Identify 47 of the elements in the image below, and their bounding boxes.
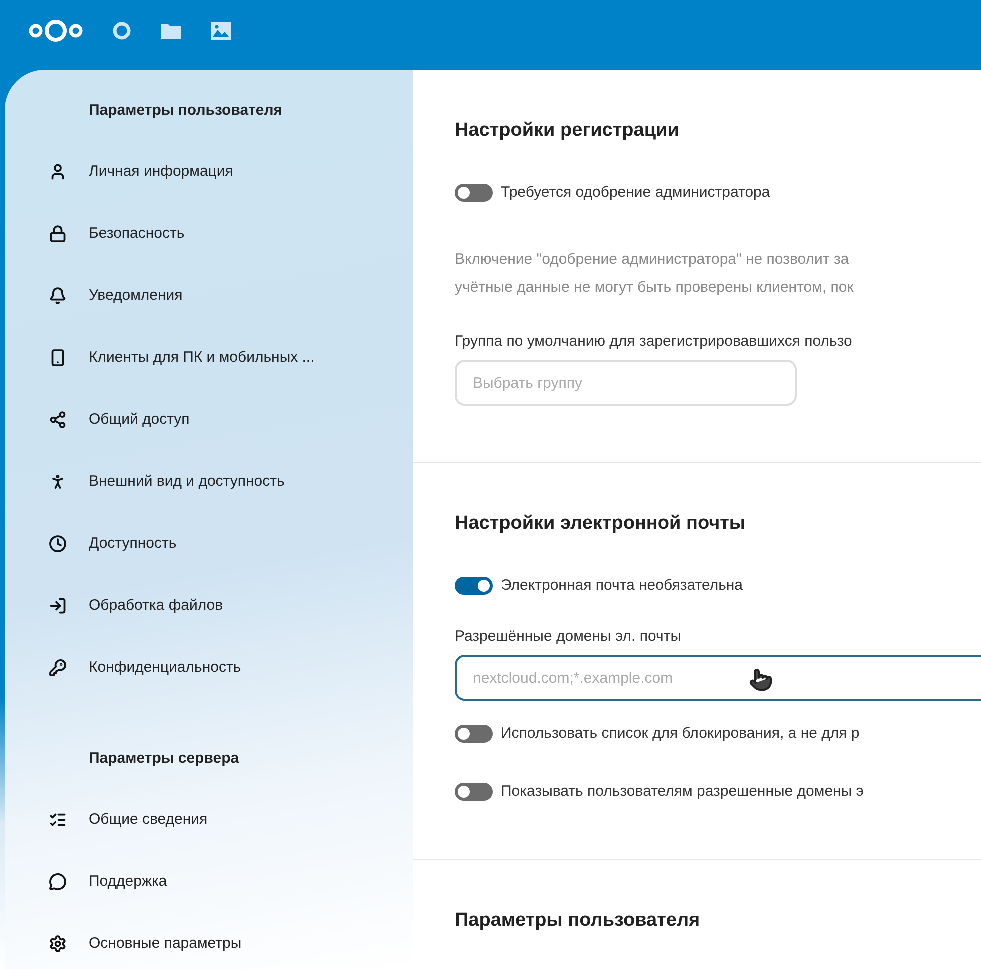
- lock-icon: [49, 225, 67, 243]
- clock-icon: [49, 535, 67, 553]
- sidebar-item[interactable]: Поддержка: [89, 870, 168, 894]
- description-text: Включение "одобрение администратора" не позволит за: [455, 250, 850, 270]
- section-title: Настройки электронной почты: [455, 512, 747, 536]
- image-icon[interactable]: [210, 21, 232, 41]
- sidebar-item[interactable]: Основные параметры: [89, 932, 242, 956]
- settings-icon: [49, 935, 67, 953]
- sidebar-item[interactable]: Обработка файлов: [89, 594, 224, 618]
- sidebar-item[interactable]: Личная информация: [89, 160, 234, 184]
- logo-icon[interactable]: [28, 18, 84, 44]
- sidebar-heading: Параметры сервера: [88, 748, 240, 769]
- toggle-label: Требуется одобрение администратора: [501, 182, 770, 203]
- section-title: Настройки регистрации: [455, 118, 680, 143]
- sidebar-item[interactable]: Клиенты для ПК и мобильных ...: [89, 346, 315, 370]
- list-icon: [49, 811, 67, 829]
- toggle-switch[interactable]: [455, 184, 493, 202]
- sidebar-heading: Параметры пользователя: [88, 100, 284, 121]
- toggle-switch[interactable]: [455, 783, 493, 801]
- sidebar-item[interactable]: Безопасность: [89, 222, 185, 246]
- field-label: Разрешённые домены эл. почты: [455, 627, 682, 647]
- hand-cursor-icon: [749, 668, 773, 692]
- sidebar-item[interactable]: Внешний вид и доступность: [89, 470, 285, 494]
- sidebar-item[interactable]: Конфиденциальность: [89, 656, 242, 680]
- user-icon: [49, 163, 67, 181]
- field-label: Группа по умолчанию для зарегистрировавшихся пользо: [455, 332, 854, 352]
- description-text: учётные данные не могут быть проверены клиентом, пок: [455, 278, 855, 298]
- sidebar-item[interactable]: Доступность: [89, 532, 177, 556]
- toggle-switch[interactable]: [455, 725, 493, 743]
- toggle-label: Показывать пользователям разрешенные домены э: [501, 782, 864, 802]
- toggle-label: Электронная почта необязательна: [501, 576, 744, 596]
- sidebar-item[interactable]: Уведомления: [89, 284, 183, 308]
- chat-icon: [49, 873, 67, 891]
- share-icon: [49, 411, 67, 429]
- key-icon: [49, 659, 67, 677]
- bell-icon: [49, 287, 67, 305]
- sidebar-item[interactable]: Общие сведения: [89, 808, 208, 832]
- arrow-icon: [49, 597, 67, 615]
- phone-icon: [49, 349, 67, 367]
- input-field[interactable]: nextcloud.com;*.example.com: [455, 655, 981, 701]
- select-field[interactable]: Выбрать группу: [455, 360, 797, 406]
- circle-icon[interactable]: [112, 21, 132, 41]
- folder-icon[interactable]: [160, 22, 182, 40]
- toggle-switch[interactable]: [455, 577, 493, 595]
- sidebar-item[interactable]: Общий доступ: [89, 408, 190, 432]
- toggle-label: Использовать список для блокирования, а не для р: [501, 724, 860, 744]
- section-title: Параметры пользователя: [455, 908, 702, 933]
